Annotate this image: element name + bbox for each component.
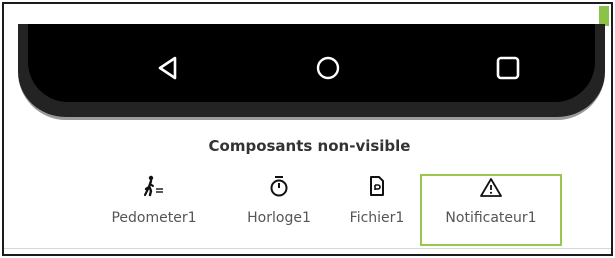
component-pedometer[interactable]: Pedometer1 <box>90 174 218 248</box>
divider <box>4 248 611 249</box>
android-navigation-bar <box>28 24 595 102</box>
component-label: Fichier1 <box>349 210 405 226</box>
component-notificateur[interactable]: Notificateur1 <box>420 174 562 246</box>
phone-frame-bottom <box>18 24 605 120</box>
accent-corner <box>599 6 609 26</box>
component-fichier[interactable]: Fichier1 <box>334 174 420 248</box>
designer-viewport: Composants non-visible Pedometer1 Horlog… <box>2 2 613 256</box>
component-label: Pedometer1 <box>111 210 197 226</box>
circle-home-icon <box>316 56 340 80</box>
file-icon <box>370 176 384 196</box>
walking-person-icon <box>143 175 163 197</box>
component-label: Notificateur1 <box>445 210 537 226</box>
stopwatch-icon <box>270 176 288 197</box>
warning-icon <box>480 178 502 197</box>
nonvisible-components-title: Composants non-visible <box>208 137 411 155</box>
back-button[interactable] <box>148 48 188 88</box>
component-horloge[interactable]: Horloge1 <box>230 174 328 248</box>
component-label: Horloge1 <box>247 210 311 226</box>
home-button[interactable] <box>308 48 348 88</box>
recents-button[interactable] <box>488 48 528 88</box>
triangle-back-icon <box>158 56 177 80</box>
square-recents-icon <box>496 56 520 80</box>
